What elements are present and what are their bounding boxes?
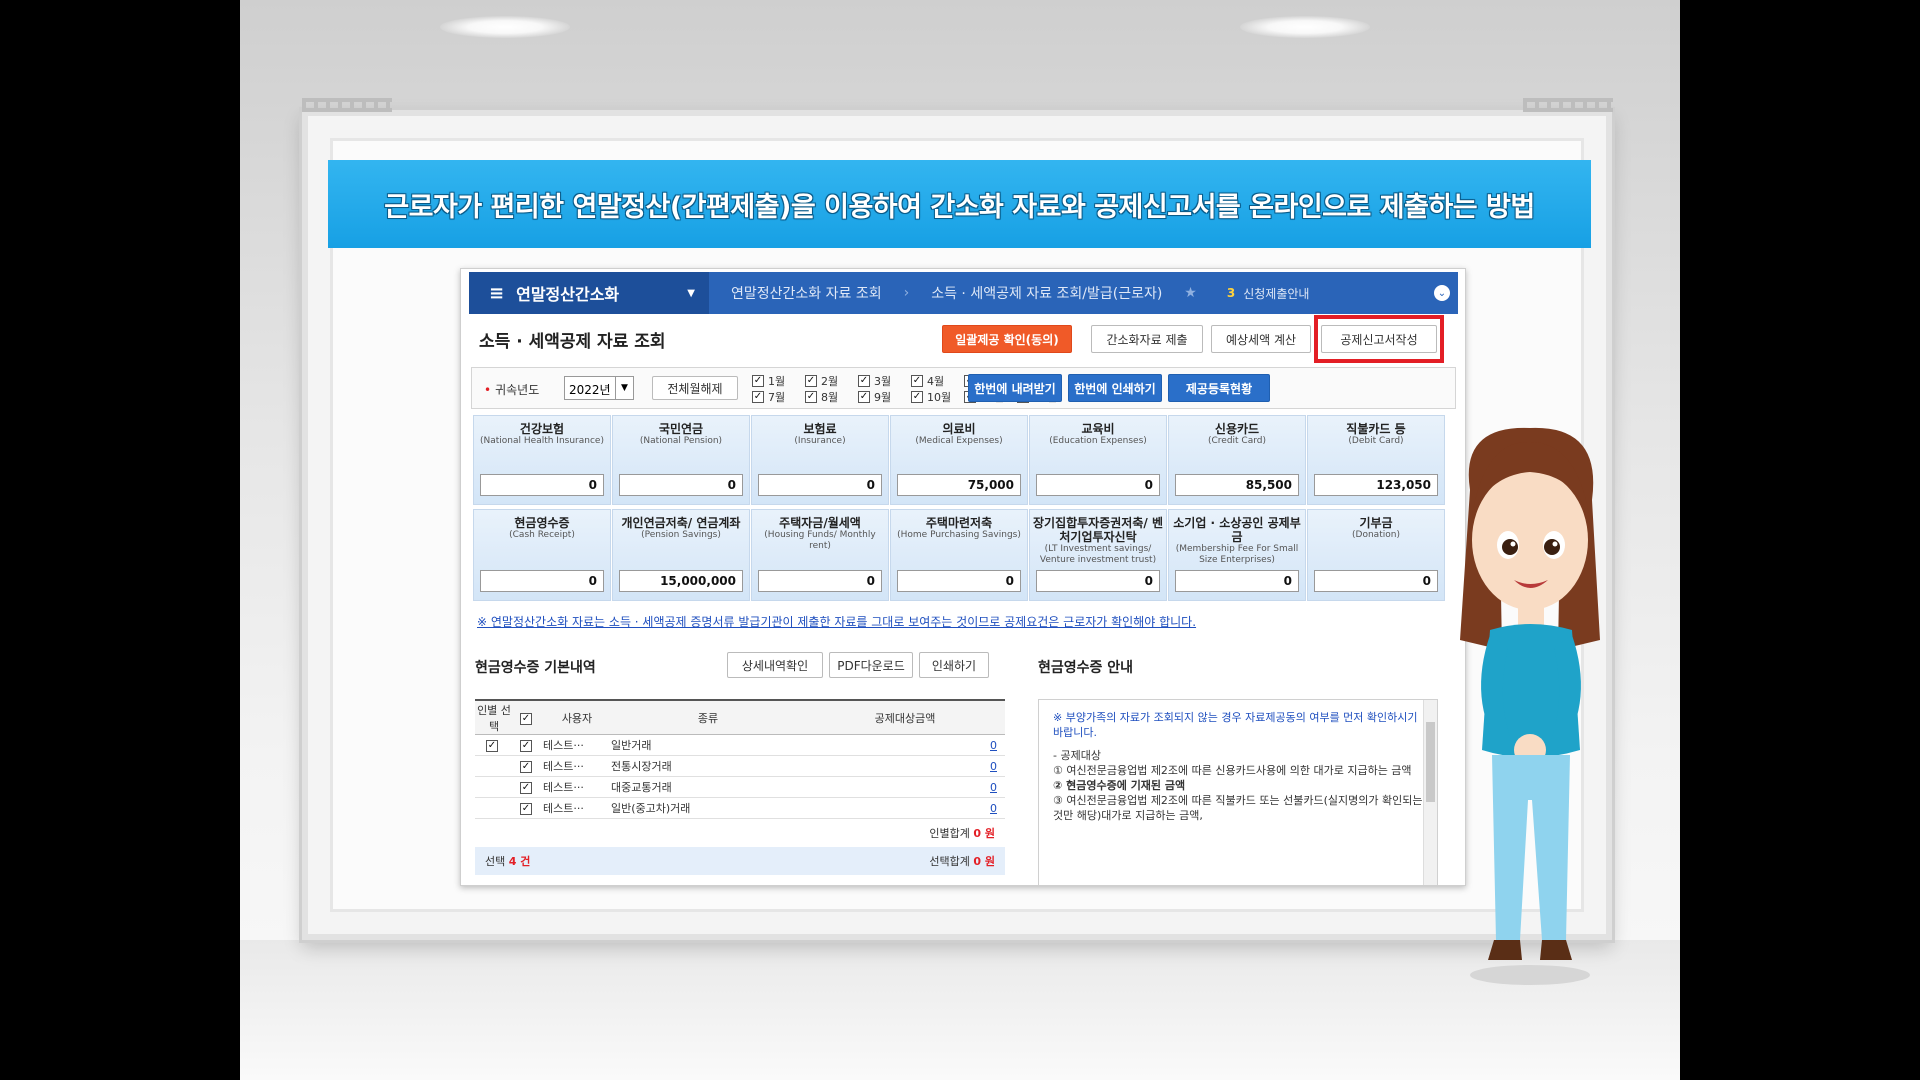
card-value: 0	[1036, 570, 1160, 592]
month-checkbox[interactable]: ✓ 8월	[805, 390, 858, 404]
step-indicator[interactable]: 3 신청제출안내	[1227, 285, 1310, 302]
table-header: 인별 선택 ✓ 사용자 종류 공제대상금액	[475, 699, 1005, 735]
ceiling-light	[440, 16, 570, 38]
card-value: 0	[758, 570, 882, 592]
amount-link[interactable]: 0	[805, 802, 1005, 815]
select-all-checkbox[interactable]: ✓	[513, 711, 543, 725]
table-row: ✓ 테스트··· 대중교통거래 0	[475, 777, 1005, 798]
card-lt-investment[interactable]: 장기집합투자증권저축/ 벤처기업투자신탁 (LT Investment savin…	[1029, 509, 1167, 601]
row-checkbox[interactable]: ✓	[513, 801, 543, 815]
selection-total-bar: 선택 4 건 선택합계 0 원	[475, 847, 1005, 875]
card-housing-funds[interactable]: 주택자금/월세액 (Housing Funds/ Monthly rent) 0	[751, 509, 889, 601]
select-total: 0 원	[973, 855, 995, 868]
card-value: 0	[1036, 474, 1160, 496]
print-button[interactable]: 인쇄하기	[919, 652, 989, 678]
card-value: 0	[897, 570, 1021, 592]
card-value: 15,000,000	[619, 570, 743, 592]
card-value: 85,500	[1175, 474, 1299, 496]
presenter-character	[1460, 427, 1600, 985]
pdf-download-button[interactable]: PDF다운로드	[829, 652, 913, 678]
amount-link[interactable]: 0	[805, 781, 1005, 794]
card-value: 0	[480, 570, 604, 592]
card-value: 0	[619, 474, 743, 496]
month-checkbox[interactable]: ✓ 3월	[858, 374, 911, 388]
table-row: ✓ 테스트··· 일반(중고차)거래 0	[475, 798, 1005, 819]
breadcrumb-1[interactable]: 연말정산간소화 자료 조회	[709, 283, 904, 303]
card-credit-card[interactable]: 신용카드 (Credit Card) 85,500	[1168, 415, 1306, 505]
expand-icon[interactable]: ⌄	[1434, 285, 1450, 301]
person-checkbox[interactable]: ✓	[475, 738, 513, 752]
highlight-box	[1314, 315, 1444, 363]
step-label: 신청제출안내	[1243, 286, 1310, 301]
title-banner: 근로자가 편리한 연말정산(간편제출)을 이용하여 간소화 자료와 공제신고서를…	[328, 160, 1591, 248]
download-all-button[interactable]: 한번에 내려받기	[968, 374, 1062, 402]
guide-title: 현금영수증 안내	[1038, 660, 1134, 676]
cash-receipt-title: 현금영수증 기본내역	[475, 660, 596, 676]
month-checkbox[interactable]: ✓ 7월	[752, 390, 805, 404]
card-education[interactable]: 교육비 (Education Expenses) 0	[1029, 415, 1167, 505]
chevron-down-icon: ▼	[615, 377, 633, 399]
guide-panel: ※ 부양가족의 자료가 조회되지 않는 경우 자료제공동의 여부를 먼저 확인하…	[1038, 699, 1438, 885]
card-health-insurance[interactable]: 건강보험 (National Health Insurance) 0	[473, 415, 611, 505]
print-all-button[interactable]: 한번에 인쇄하기	[1068, 374, 1162, 402]
card-national-pension[interactable]: 국민연금 (National Pension) 0	[612, 415, 750, 505]
person-subtotal: 인별합계 0 원	[929, 827, 995, 840]
consent-button[interactable]: 일괄제공 확인(동의)	[942, 325, 1072, 353]
cash-receipt-table: 인별 선택 ✓ 사용자 종류 공제대상금액 ✓ ✓ 테스트··· 일반거래 0 …	[475, 699, 1005, 875]
card-medical[interactable]: 의료비 (Medical Expenses) 75,000	[890, 415, 1028, 505]
row-checkbox[interactable]: ✓	[513, 738, 543, 752]
year-label: • 귀속년도	[484, 383, 540, 397]
table-row: ✓ 테스트··· 전통시장거래 0	[475, 756, 1005, 777]
amount-link[interactable]: 0	[805, 760, 1005, 773]
filter-bar: •귀속년도 2022년 ▼ 전체월해제 ✓1월 ✓2월 ✓3월 ✓4월 ✓5월 …	[471, 367, 1456, 409]
month-checkbox[interactable]: ✓ 10월	[911, 390, 964, 404]
month-checkbox[interactable]: ✓ 2월	[805, 374, 858, 388]
nav-bar: ≡ 연말정산간소화 ▼ 연말정산간소화 자료 조회 › 소득 · 세액공제 자료…	[469, 272, 1458, 314]
page-title: 소득 · 세액공제 자료 조회	[479, 332, 666, 352]
amount-link[interactable]: 0	[805, 739, 1005, 752]
breadcrumb-2[interactable]: 소득 · 세액공제 자료 조회/발급(근로자)	[909, 283, 1184, 303]
dropdown-icon: ▼	[687, 287, 695, 299]
card-donation[interactable]: 기부금 (Donation) 0	[1307, 509, 1445, 601]
card-value: 0	[480, 474, 604, 496]
deduction-cards: 건강보험 (National Health Insurance) 0 국민연금 (Na…	[473, 415, 1458, 601]
card-value: 0	[1175, 570, 1299, 592]
provider-status-button[interactable]: 제공등록현황	[1168, 374, 1270, 402]
estimate-tax-button[interactable]: 예상세액 계산	[1211, 325, 1311, 353]
card-small-business[interactable]: 소기업 · 소상공인 공제부금 (Membership Fee For Small…	[1168, 509, 1306, 601]
row-checkbox[interactable]: ✓	[513, 780, 543, 794]
board-ornament-right	[1523, 98, 1613, 112]
nav-home-label: 연말정산간소화	[516, 285, 620, 304]
banner-title: 근로자가 편리한 연말정산(간편제출)을 이용하여 간소화 자료와 공제신고서를…	[384, 191, 1535, 223]
card-value: 75,000	[897, 474, 1021, 496]
month-checkbox[interactable]: ✓ 9월	[858, 390, 911, 404]
table-row: ✓ ✓ 테스트··· 일반거래 0	[475, 735, 1005, 756]
step-number: 3	[1226, 286, 1236, 300]
hamburger-icon: ≡	[489, 282, 505, 304]
card-home-savings[interactable]: 주택마련저축 (Home Purchasing Savings) 0	[890, 509, 1028, 601]
card-insurance[interactable]: 보험료 (Insurance) 0	[751, 415, 889, 505]
card-pension-savings[interactable]: 개인연금저축/ 연금계좌 (Pension Savings) 15,000,000	[612, 509, 750, 601]
board-ornament-left	[302, 98, 392, 112]
hometax-window: ≡ 연말정산간소화 ▼ 연말정산간소화 자료 조회 › 소득 · 세액공제 자료…	[460, 268, 1466, 886]
star-icon[interactable]: ★	[1184, 285, 1197, 301]
ceiling-light	[1240, 16, 1370, 38]
row-checkbox[interactable]: ✓	[513, 759, 543, 773]
card-value: 0	[1314, 570, 1438, 592]
notice-link[interactable]: ※ 연말정산간소화 자료는 소득 · 세액공제 증명서류 발급기관이 제출한 자…	[477, 613, 1196, 630]
card-value: 0	[758, 474, 882, 496]
year-select[interactable]: 2022년 ▼	[564, 376, 634, 400]
card-debit-card[interactable]: 직불카드 등 (Debit Card) 123,050	[1307, 415, 1445, 505]
detail-button[interactable]: 상세내역확인	[727, 652, 823, 678]
select-count: 4 건	[508, 855, 531, 868]
nav-home-menu[interactable]: ≡ 연말정산간소화 ▼	[469, 272, 709, 314]
toggle-all-months-button[interactable]: 전체월해제	[652, 376, 738, 400]
month-checkbox[interactable]: ✓ 1월	[752, 374, 805, 388]
card-value: 123,050	[1314, 474, 1438, 496]
month-checkbox[interactable]: ✓ 4월	[911, 374, 964, 388]
card-cash-receipt[interactable]: 현금영수증 (Cash Receipt) 0	[473, 509, 611, 601]
submit-data-button[interactable]: 간소화자료 제출	[1091, 325, 1203, 353]
